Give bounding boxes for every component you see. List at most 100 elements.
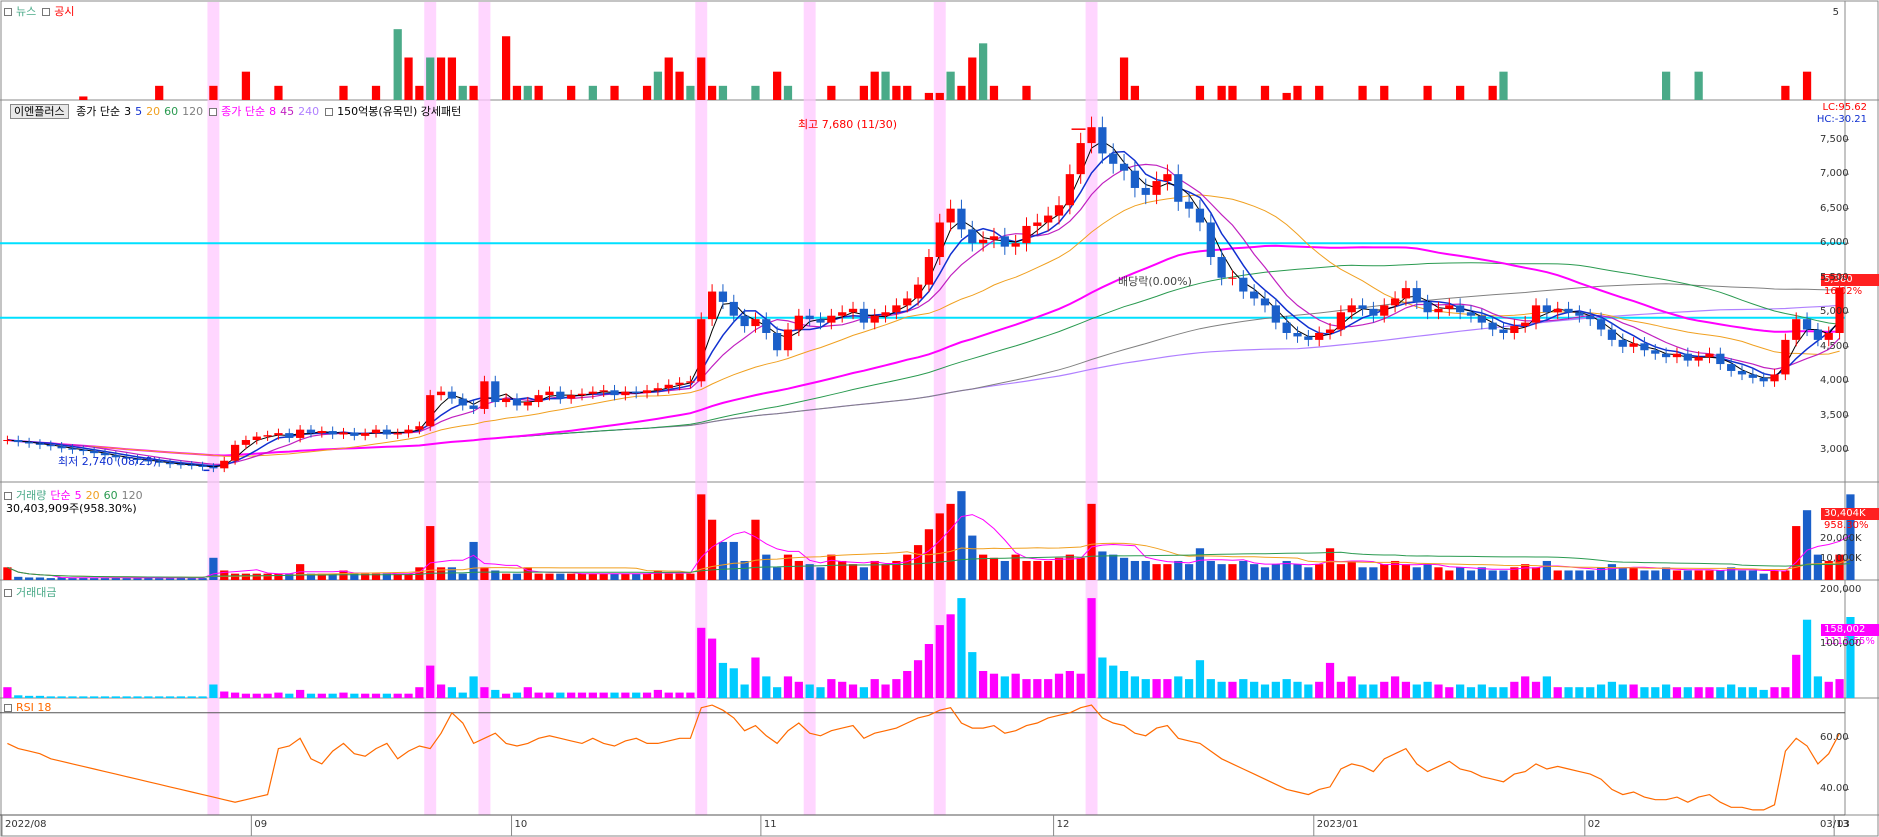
candle-body-58 (632, 391, 641, 394)
stock-name-button[interactable]: 이엔플러스 (10, 104, 69, 119)
volume-bar-73 (794, 560, 803, 580)
turnover-bar-91 (989, 673, 999, 698)
candle-body-23 (252, 436, 261, 441)
turnover-bar-66 (718, 662, 728, 698)
turnover-bar-106 (1152, 679, 1161, 698)
volume-bar-119 (1293, 564, 1302, 580)
turnover-bar-75 (816, 687, 825, 698)
candle-body-144 (1564, 308, 1573, 313)
turnover-bar-56 (610, 692, 619, 698)
turnover-bar-65 (707, 638, 717, 698)
turnover-bar-139 (1510, 681, 1519, 698)
candle-body-110 (1195, 208, 1205, 223)
volume-toggle-icon[interactable] (4, 492, 12, 500)
candle-body-87 (946, 208, 955, 223)
turnover-bar-17 (187, 696, 196, 698)
vma-period-45[interactable]: 45 (280, 105, 294, 118)
candle-body-129 (1401, 288, 1411, 299)
turnover-bar-26 (285, 693, 294, 698)
candle-body-133 (1445, 305, 1454, 309)
ma-period-120[interactable]: 120 (182, 105, 203, 118)
turnover-bar-48 (523, 687, 532, 698)
turnover-bar-90 (979, 671, 988, 698)
rsi-toggle-icon[interactable] (4, 704, 12, 712)
candle-body-83 (903, 298, 912, 306)
ma-period-3[interactable]: 3 (124, 105, 131, 118)
news-bar-36 (393, 29, 402, 101)
volume-bar-125 (1358, 567, 1367, 580)
vma-period-240[interactable]: 240 (298, 105, 319, 118)
volume-bar-63 (686, 573, 695, 580)
volume-bar-164 (1781, 570, 1790, 580)
turnover-bar-19 (209, 684, 218, 698)
turnover-bar-5 (57, 696, 66, 698)
volume-bar-114 (1239, 560, 1248, 580)
news-bar-94 (1022, 85, 1031, 100)
volume-bar-80 (870, 560, 879, 580)
volume-ytick-1: 10,000K (1820, 553, 1862, 565)
volume-bar-61 (664, 573, 673, 580)
candle-body-39 (426, 395, 435, 427)
volume-bar-117 (1271, 564, 1280, 580)
ma-period-60[interactable]: 60 (164, 105, 178, 118)
ma-period-5[interactable]: 5 (135, 105, 142, 118)
turnover-bar-47 (512, 692, 522, 698)
turnover-bar-7 (79, 696, 88, 698)
pattern-toggle-icon[interactable] (325, 108, 334, 116)
candle-body-151 (1640, 343, 1649, 351)
candle-body-74 (805, 315, 814, 320)
x-label-2: 10 (514, 819, 528, 830)
volume-bar-124 (1347, 560, 1356, 580)
turnover-bar-60 (653, 689, 663, 698)
turnover-bar-107 (1163, 679, 1172, 698)
turnover-bar-80 (870, 679, 879, 698)
volume-bar-75 (816, 567, 825, 580)
candle-body-2 (24, 442, 34, 444)
vma-period-8[interactable]: 8 (269, 105, 276, 118)
candle-body-42 (458, 398, 467, 406)
news-bar-41 (447, 57, 457, 100)
candle-body-105 (1141, 187, 1150, 195)
news-bar-104 (1130, 85, 1140, 100)
candle-body-44 (480, 381, 489, 409)
candle-body-158 (1716, 353, 1725, 365)
turnover-bar-130 (1412, 684, 1421, 698)
turnover-bar-141 (1531, 681, 1541, 698)
volume-bar-88 (957, 491, 966, 580)
turnover-bar-69 (751, 657, 760, 698)
ma2-toggle-icon[interactable] (209, 108, 218, 116)
ma-period-20[interactable]: 20 (146, 105, 160, 118)
news-toggle-icon[interactable] (4, 8, 12, 16)
turnover-bar-28 (306, 693, 316, 698)
volume-bar-8 (90, 578, 99, 580)
volume-bar-21 (230, 573, 240, 580)
turnover-toggle-icon[interactable] (4, 589, 12, 597)
turnover-bar-35 (382, 693, 391, 698)
news-bar-103 (1119, 57, 1129, 100)
disclosure-toggle-icon[interactable] (42, 8, 51, 16)
turnover-bar-78 (848, 684, 858, 698)
candle-body-69 (751, 319, 760, 327)
turnover-bar-146 (1586, 687, 1595, 698)
dividend-annotation: 배당락(0.00%) (1118, 275, 1192, 288)
candle-body-5 (57, 446, 66, 449)
volume-bar-158 (1716, 570, 1725, 580)
turnover-bar-61 (664, 692, 673, 698)
news-bar-65 (707, 85, 717, 100)
volume-bar-24 (263, 573, 272, 580)
price-ytick-9: 3,000 (1820, 444, 1849, 456)
turnover-bar-140 (1521, 676, 1530, 698)
candle-body-51 (556, 391, 565, 399)
news-bar-52 (567, 85, 576, 100)
candle-body-55 (599, 390, 608, 392)
volume-bar-91 (989, 557, 999, 580)
turnover-bar-158 (1716, 687, 1725, 698)
candle-body-76 (827, 315, 836, 323)
news-bar-153 (1662, 71, 1671, 100)
news-bar-127 (1380, 85, 1389, 100)
volume-ytick-0: 20,000K (1820, 532, 1862, 544)
candle-body-160 (1737, 370, 1747, 375)
news-bar-71 (773, 71, 782, 100)
volume-bar-95 (1033, 560, 1042, 580)
turnover-bar-113 (1228, 681, 1237, 698)
